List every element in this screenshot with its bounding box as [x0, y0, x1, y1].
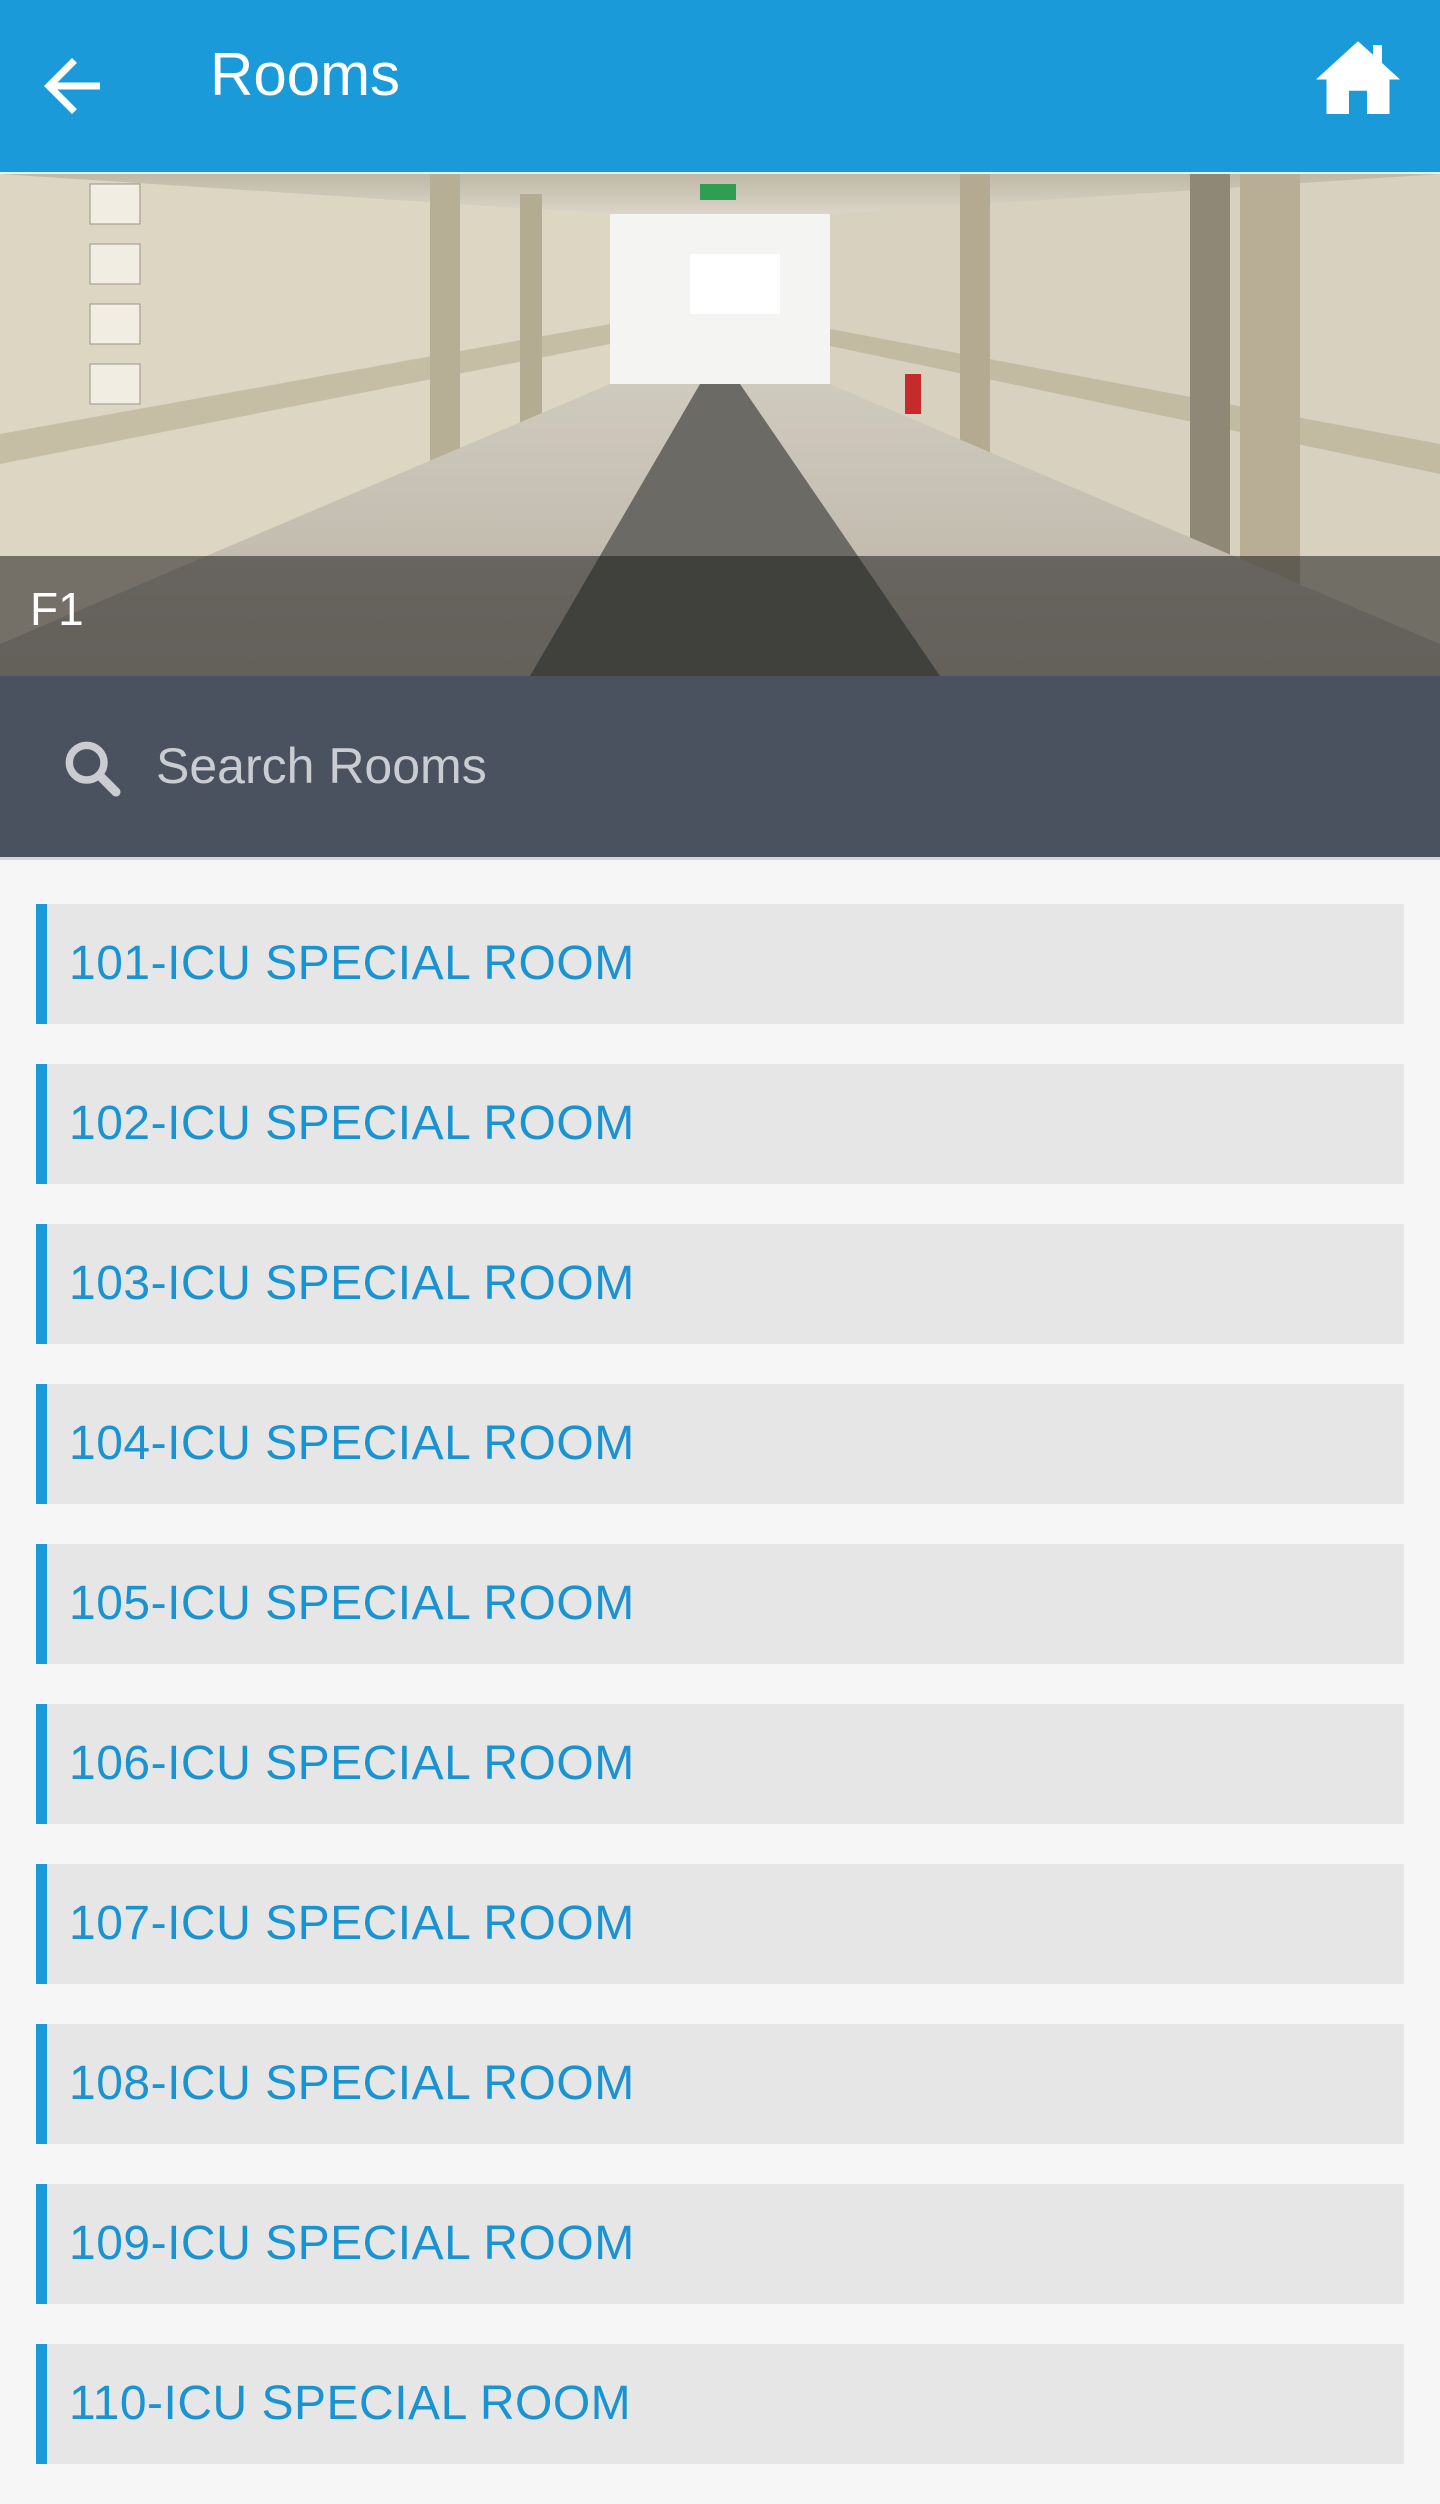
room-item[interactable]: 106-ICU SPECIAL ROOM — [36, 1704, 1404, 1824]
room-label: 110-ICU SPECIAL ROOM — [69, 2377, 632, 2430]
room-label: 101-ICU SPECIAL ROOM — [69, 937, 635, 990]
room-item[interactable]: 109-ICU SPECIAL ROOM — [36, 2184, 1404, 2304]
room-label: 105-ICU SPECIAL ROOM — [69, 1577, 635, 1630]
room-item[interactable]: 107-ICU SPECIAL ROOM — [36, 1864, 1404, 1984]
home-icon — [1316, 41, 1400, 114]
floor-banner[interactable]: F1 — [0, 174, 1440, 676]
search-input[interactable] — [156, 731, 1356, 801]
search-icon — [65, 741, 121, 797]
room-item[interactable]: 103-ICU SPECIAL ROOM — [36, 1224, 1404, 1344]
app-bar: Rooms — [0, 0, 1440, 174]
room-item[interactable]: 102-ICU SPECIAL ROOM — [36, 1064, 1404, 1184]
room-item[interactable]: 101-ICU SPECIAL ROOM — [36, 904, 1404, 1024]
room-label: 103-ICU SPECIAL ROOM — [69, 1257, 635, 1310]
back-button[interactable] — [24, 38, 120, 134]
room-label: 104-ICU SPECIAL ROOM — [69, 1417, 635, 1470]
room-label: 106-ICU SPECIAL ROOM — [69, 1737, 635, 1790]
banner-overlay — [0, 556, 1440, 676]
room-label: 108-ICU SPECIAL ROOM — [69, 2057, 635, 2110]
room-list: 101-ICU SPECIAL ROOM 102-ICU SPECIAL ROO… — [36, 904, 1404, 2504]
room-label: 102-ICU SPECIAL ROOM — [69, 1097, 635, 1150]
room-label: 109-ICU SPECIAL ROOM — [69, 2217, 635, 2270]
arrow-left-icon — [44, 58, 100, 114]
page-title: Rooms — [210, 41, 401, 108]
room-item[interactable]: 105-ICU SPECIAL ROOM — [36, 1544, 1404, 1664]
room-item[interactable]: 110-ICU SPECIAL ROOM — [36, 2344, 1404, 2464]
room-label: 107-ICU SPECIAL ROOM — [69, 1897, 635, 1950]
home-button[interactable] — [1310, 30, 1406, 126]
floor-label: F1 — [30, 583, 84, 635]
room-item[interactable]: 108-ICU SPECIAL ROOM — [36, 2024, 1404, 2144]
room-item[interactable]: 104-ICU SPECIAL ROOM — [36, 1384, 1404, 1504]
search-bar — [0, 676, 1440, 860]
